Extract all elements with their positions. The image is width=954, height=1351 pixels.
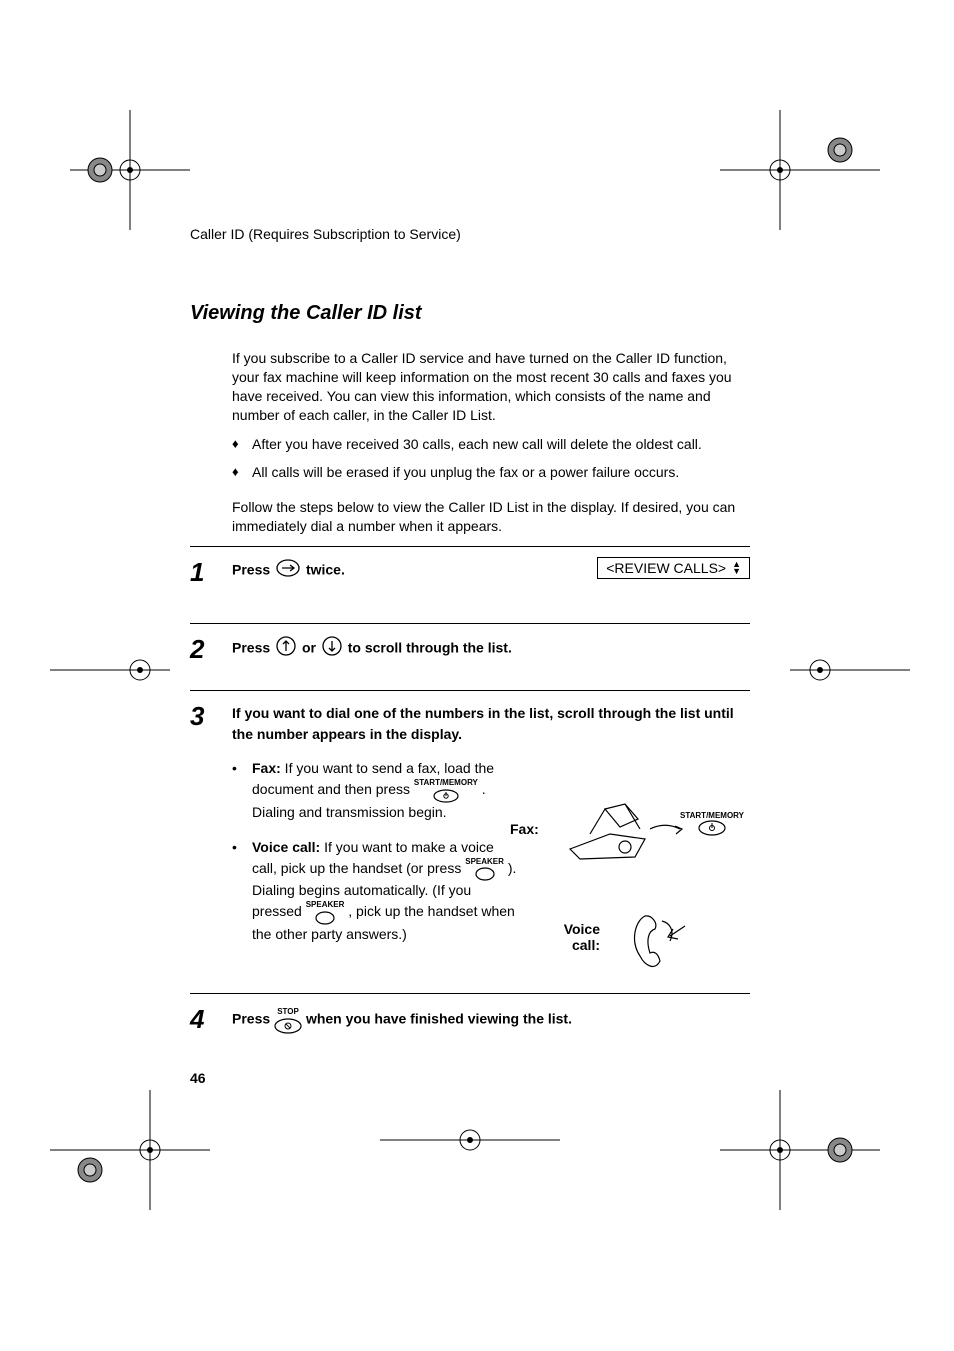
page-number: 46	[190, 1070, 206, 1086]
bullet-text: After you have received 30 calls, each n…	[252, 435, 702, 454]
speaker-key-icon: SPEAKER	[306, 900, 345, 925]
fax-diagram-label: Fax:	[510, 821, 539, 837]
crop-mark-icon	[70, 110, 190, 230]
bullet-item: ♦ All calls will be erased if you unplug…	[232, 463, 750, 482]
voice-instruction: Voice call: If you want to make a voice …	[252, 838, 522, 944]
step-text: Press or to scroll through the list.	[232, 636, 750, 662]
display-text: <REVIEW CALLS>	[606, 560, 726, 576]
down-key-icon	[322, 636, 342, 662]
step-number: 4	[190, 1006, 232, 1032]
step-number: 2	[190, 636, 232, 662]
start-memory-key-icon: START/MEMORY	[414, 778, 478, 803]
step-4: 4 Press STOP when you have finished view…	[190, 993, 750, 1034]
stop-key-icon: STOP	[274, 1006, 302, 1034]
follow-paragraph: Follow the steps below to view the Calle…	[232, 498, 750, 536]
start-memory-key-icon: START/MEMORY	[680, 811, 744, 836]
handset-diagram-icon	[610, 901, 700, 981]
bullet-text: All calls will be erased if you unplug t…	[252, 463, 679, 482]
disc-bullet-icon: •	[232, 838, 252, 944]
up-down-arrows-icon: ▲▼	[732, 561, 741, 575]
arrow-key-icon	[276, 559, 300, 583]
speaker-key-icon: SPEAKER	[465, 857, 504, 882]
diamond-bullet-icon: ♦	[232, 463, 252, 482]
crop-mark-icon	[790, 640, 910, 700]
lcd-display: <REVIEW CALLS> ▲▼	[597, 557, 750, 579]
voice-diagram-label: Voice call:	[550, 921, 600, 953]
step-text: Press STOP when you have finished viewin…	[232, 1006, 750, 1034]
page-content: Caller ID (Requires Subscription to Serv…	[190, 226, 750, 1034]
fax-instruction: Fax: If you want to send a fax, load the…	[252, 759, 522, 822]
crop-mark-icon	[50, 640, 170, 700]
crop-mark-icon	[720, 110, 880, 230]
diamond-bullet-icon: ♦	[232, 435, 252, 454]
intro-paragraph: If you subscribe to a Caller ID service …	[232, 349, 750, 425]
step-2: 2 Press or to scroll through the list.	[190, 623, 750, 680]
step-number: 1	[190, 559, 232, 585]
bullet-item: ♦ After you have received 30 calls, each…	[232, 435, 750, 454]
step-number: 3	[190, 703, 232, 729]
up-key-icon	[276, 636, 296, 662]
crop-mark-icon	[720, 1090, 880, 1210]
crop-mark-icon	[50, 1090, 210, 1210]
step-1: 1 Press twice. <REVIEW CALLS> ▲▼	[190, 546, 750, 613]
disc-bullet-icon: •	[232, 759, 252, 822]
running-header: Caller ID (Requires Subscription to Serv…	[190, 226, 750, 242]
crop-mark-icon	[380, 1110, 560, 1170]
section-title: Viewing the Caller ID list	[190, 302, 750, 325]
step-3: 3 If you want to dial one of the numbers…	[190, 690, 750, 983]
